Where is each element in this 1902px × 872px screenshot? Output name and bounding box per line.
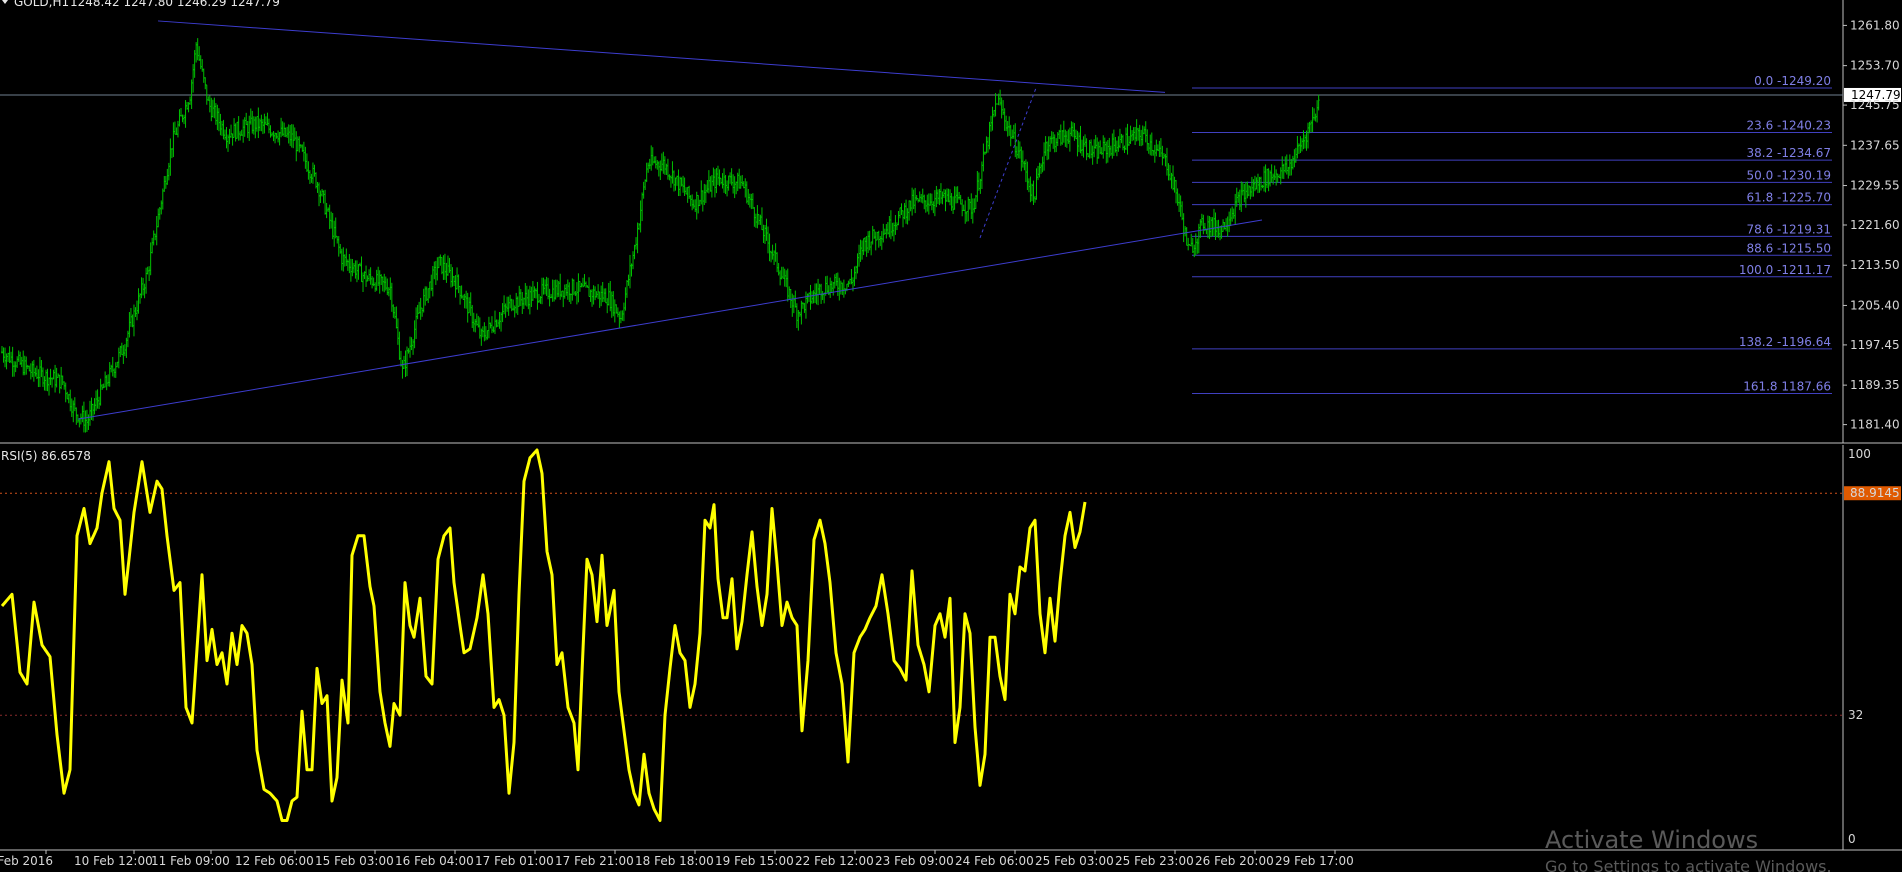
activate-windows-subtitle: Go to Settings to activate Windows. — [1545, 857, 1832, 872]
rsi-tick-label: 32 — [1848, 708, 1863, 722]
rsi-label: RSI(5) 86.6578 — [1, 449, 91, 463]
price-tick-label: 1237.65 — [1850, 138, 1900, 152]
fib-level-label: 23.6 -1240.23 — [1747, 119, 1832, 133]
fib-level-label: 78.6 -1219.31 — [1747, 222, 1832, 236]
rsi-tick-label: 100 — [1848, 447, 1871, 461]
price-tick-label: 1181.40 — [1850, 418, 1900, 432]
time-tick-label: 18 Feb 18:00 — [635, 854, 714, 868]
price-tick-label: 1221.60 — [1850, 218, 1900, 232]
time-tick-label: 10 Feb 12:00 — [74, 854, 153, 868]
time-tick-label: 26 Feb 20:00 — [1195, 854, 1274, 868]
price-tick-label: 1261.80 — [1850, 18, 1900, 32]
symbol-label: GOLD,H1 — [14, 0, 69, 9]
fib-level-label: 88.6 -1215.50 — [1747, 241, 1832, 255]
activate-windows-title: Activate Windows — [1545, 826, 1758, 854]
time-tick-label: 16 Feb 04:00 — [395, 854, 474, 868]
price-tick-label: 1229.55 — [1850, 179, 1900, 193]
price-tick-label: 1213.50 — [1850, 258, 1900, 272]
rsi-level-marker-label: 88.9145 — [1850, 486, 1900, 500]
time-tick-label: 19 Feb 15:00 — [715, 854, 794, 868]
price-tick-label: 1197.45 — [1850, 338, 1900, 352]
time-tick-label: 24 Feb 06:00 — [955, 854, 1034, 868]
time-tick-label: 17 Feb 21:00 — [555, 854, 634, 868]
fib-level-label: 161.8 1187.66 — [1743, 380, 1831, 394]
time-tick-label: 15 Feb 03:00 — [315, 854, 394, 868]
fib-level-label: 38.2 -1234.67 — [1747, 146, 1832, 160]
time-tick-label: 25 Feb 03:00 — [1035, 854, 1114, 868]
fib-level-label: 0.0 -1249.20 — [1754, 74, 1831, 88]
time-tick-label: 23 Feb 09:00 — [875, 854, 954, 868]
time-tick-label: 12 Feb 06:00 — [235, 854, 314, 868]
fib-level-label: 61.8 -1225.70 — [1747, 191, 1832, 205]
rsi-tick-label: 0 — [1848, 832, 1856, 846]
ohlc-label: 1248.42 1247.80 1246.29 1247.79 — [70, 0, 280, 9]
price-tick-label: 1189.35 — [1850, 378, 1900, 392]
fib-level-label: 50.0 -1230.19 — [1747, 168, 1832, 182]
time-tick-label: 17 Feb 01:00 — [475, 854, 554, 868]
time-tick-label: 22 Feb 12:00 — [795, 854, 874, 868]
price-tick-label: 1253.70 — [1850, 59, 1900, 73]
price-tick-label: 1245.75 — [1850, 98, 1900, 112]
time-tick-label: 25 Feb 23:00 — [1115, 854, 1194, 868]
time-tick-label: 29 Feb 17:00 — [1275, 854, 1354, 868]
time-tick-label: 11 Feb 09:00 — [151, 854, 230, 868]
time-tick-label: 9 Feb 2016 — [0, 854, 53, 868]
price-tick-label: 1205.40 — [1850, 298, 1900, 312]
fib-level-label: 138.2 -1196.64 — [1739, 335, 1831, 349]
chart-area[interactable]: 0.0 -1249.20 23.6 -1240.23 38.2 -1234.67 50… — [0, 0, 1902, 872]
fib-level-label: 100.0 -1211.17 — [1739, 263, 1831, 277]
